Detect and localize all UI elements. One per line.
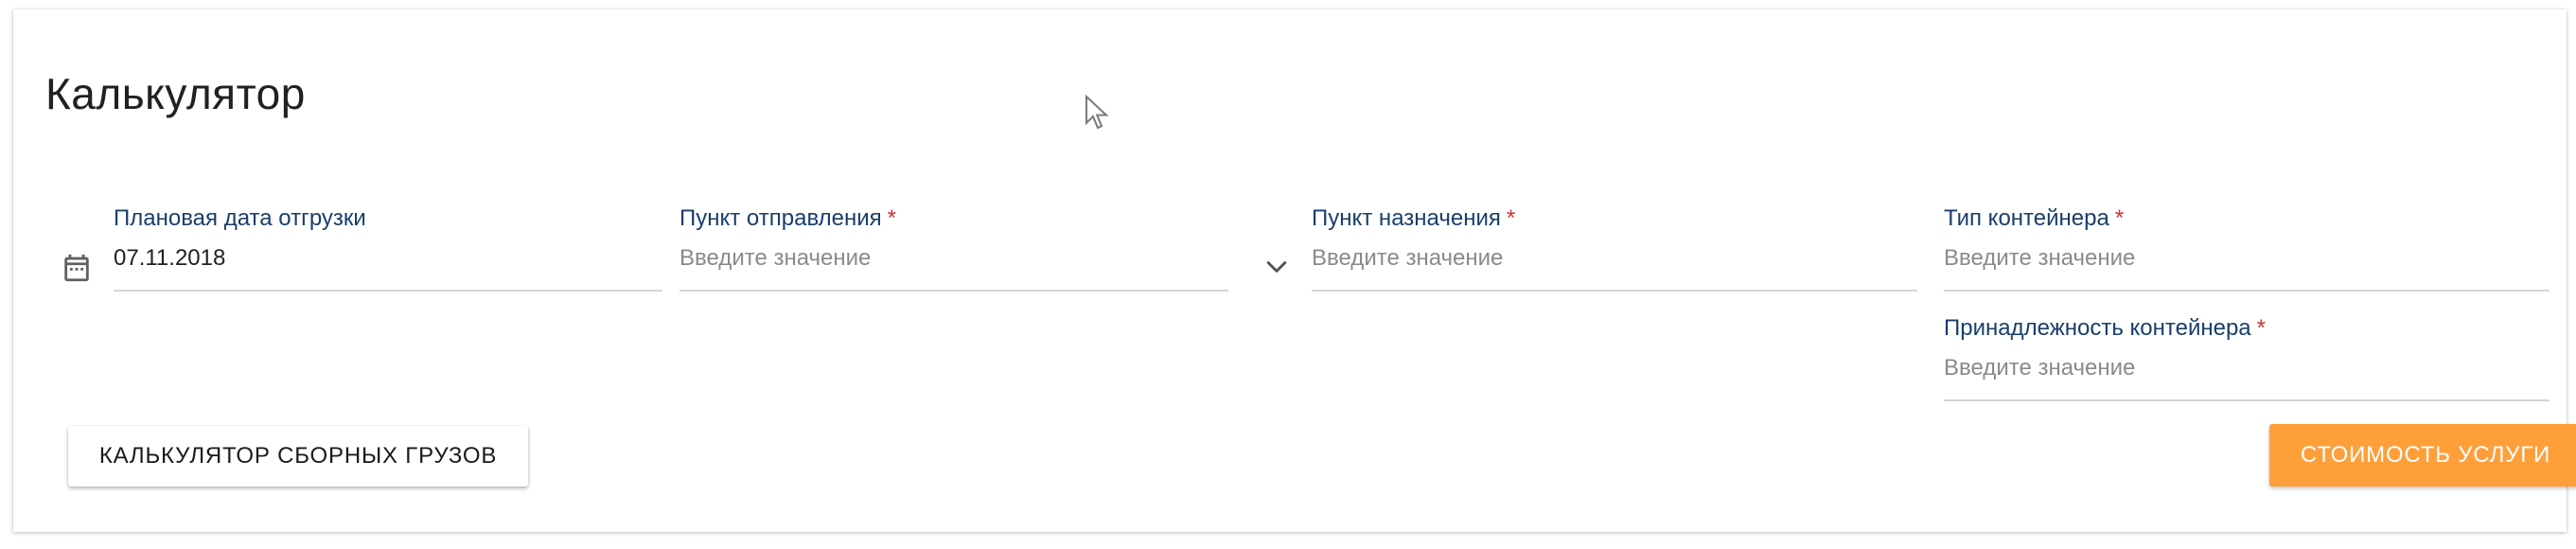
departure-point-label: Пункт отправления * <box>679 205 896 232</box>
calendar-icon[interactable] <box>61 252 93 284</box>
container-type-input[interactable]: Введите значение <box>1944 245 2135 272</box>
container-type-field[interactable]: Тип контейнера * Введите значение <box>1944 205 2550 292</box>
container-type-label: Тип контейнера * <box>1944 205 2124 232</box>
container-ownership-label-text: Принадлежность контейнера <box>1944 315 2251 341</box>
required-mark: * <box>2114 205 2125 231</box>
destination-point-label-text: Пункт назначения <box>1312 205 1501 231</box>
page: Калькулятор Плановая дата отгрузки 07.11… <box>0 0 2576 549</box>
destination-point-label: Пункт назначения * <box>1312 205 1515 232</box>
destination-point-field[interactable]: Пункт назначения * Введите значение <box>1312 205 1917 292</box>
chevron-down-icon[interactable] <box>1262 253 1291 281</box>
cursor-icon <box>1085 95 1109 130</box>
required-mark: * <box>2256 315 2266 341</box>
container-ownership-input[interactable]: Введите значение <box>1944 355 2135 381</box>
departure-point-field[interactable]: Пункт отправления * Введите значение <box>679 205 1228 292</box>
required-mark: * <box>1506 205 1516 231</box>
container-type-underline <box>1944 290 2550 292</box>
departure-point-label-text: Пункт отправления <box>679 205 882 231</box>
container-type-label-text: Тип контейнера <box>1944 205 2109 231</box>
shipment-date-underline <box>114 290 662 292</box>
required-mark: * <box>887 205 896 231</box>
container-ownership-field[interactable]: Принадлежность контейнера * Введите значе… <box>1944 315 2550 402</box>
destination-point-input[interactable]: Введите значение <box>1312 245 1503 272</box>
shipment-date-label: Плановая дата отгрузки <box>114 205 366 231</box>
destination-point-underline <box>1312 290 1917 292</box>
groupage-calculator-button[interactable]: КАЛЬКУЛЯТОР СБОРНЫХ ГРУЗОВ <box>68 426 528 487</box>
container-ownership-underline <box>1944 399 2550 401</box>
departure-point-input[interactable]: Введите значение <box>679 245 871 272</box>
departure-point-underline <box>679 290 1228 292</box>
service-cost-button[interactable]: СТОИМОСТЬ УСЛУГИ <box>2269 424 2576 487</box>
calculator-card: Калькулятор Плановая дата отгрузки 07.11… <box>13 9 2576 532</box>
card-title: Калькулятор <box>45 69 306 118</box>
shipment-date-field[interactable]: Плановая дата отгрузки 07.11.2018 <box>114 205 662 292</box>
shipment-date-value[interactable]: 07.11.2018 <box>114 245 225 272</box>
container-ownership-label: Принадлежность контейнера * <box>1944 315 2266 342</box>
